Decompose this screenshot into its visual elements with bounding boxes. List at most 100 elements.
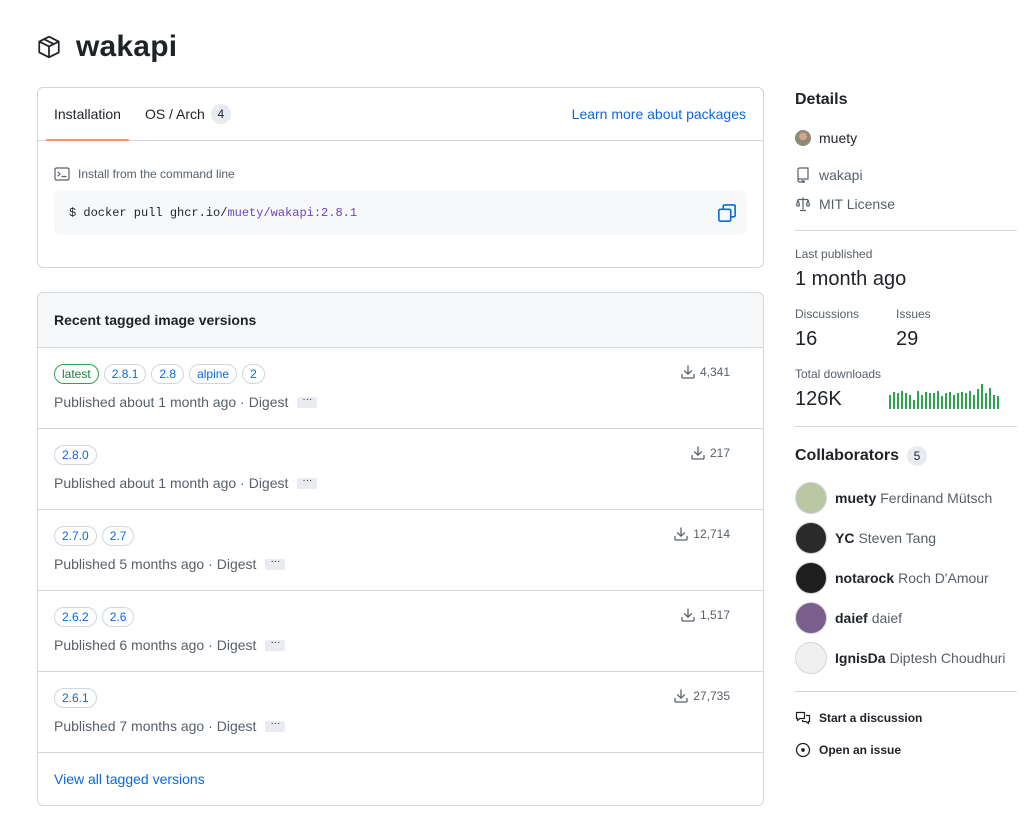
sparkline-bar	[993, 395, 995, 409]
published-text: Published about 1 month ago ·	[54, 394, 245, 410]
collaborator-item[interactable]: notarock Roch D'Amour	[795, 562, 989, 594]
collaborator-name: Ferdinand Mütsch	[880, 490, 993, 506]
copy-icon[interactable]	[717, 203, 737, 223]
tag-list: 2.8.0	[54, 445, 747, 465]
sparkline-bar	[937, 391, 939, 409]
download-icon	[674, 527, 688, 541]
digest-label[interactable]: Digest	[217, 718, 257, 734]
version-tag[interactable]: 2.6.2	[54, 607, 97, 627]
last-published-label: Last published	[795, 247, 873, 261]
avatar	[795, 562, 827, 594]
comment-discussion-icon	[795, 711, 811, 725]
sparkline-bar	[985, 393, 987, 409]
sparkline-bar	[897, 393, 899, 409]
discussions-value[interactable]: 16	[795, 328, 817, 351]
version-tag[interactable]: 2.8.0	[54, 445, 97, 465]
version-tag[interactable]: 2.7.0	[54, 526, 97, 546]
sparkline-bar	[969, 391, 971, 409]
collaborator-item[interactable]: daief daief	[795, 602, 902, 634]
start-discussion-button[interactable]: Start a discussion	[795, 710, 922, 726]
published-text: Published 5 months ago ·	[54, 556, 213, 572]
download-icon	[681, 365, 695, 379]
cli-label-text: Install from the command line	[78, 167, 235, 181]
version-tag[interactable]: 2.6.1	[54, 688, 97, 708]
install-panel: Installation OS / Arch 4 Learn more abou…	[37, 87, 764, 268]
command-box[interactable]: $ docker pull ghcr.io/muety/wakapi:2.8.1	[54, 191, 747, 235]
digest-expand-button[interactable]: ···	[265, 637, 286, 651]
discussions-label: Discussions	[795, 307, 860, 321]
version-tag[interactable]: latest	[54, 364, 99, 384]
sparkline-bar	[913, 400, 915, 409]
repo-icon	[797, 167, 809, 183]
last-published-value: 1 month ago	[795, 268, 907, 290]
counter-badge: 4	[210, 104, 231, 124]
digest-expand-button[interactable]: ···	[265, 556, 286, 570]
package-icon	[38, 35, 60, 59]
collaborator-name: Diptesh Choudhuri	[889, 650, 1006, 666]
digest-label[interactable]: Digest	[249, 394, 289, 410]
collaborator-item[interactable]: IgnisDa Diptesh Choudhuri	[795, 642, 1006, 674]
sparkline-bar	[893, 392, 895, 409]
license-item[interactable]: MIT License	[795, 196, 895, 212]
owner-item[interactable]: muety	[795, 130, 857, 146]
command-image: muety/wakapi:2.8.1	[227, 206, 358, 220]
divider	[795, 426, 1017, 427]
issue-opened-icon	[795, 742, 811, 758]
learn-more-link[interactable]: Learn more about packages	[572, 106, 746, 122]
digest-expand-button[interactable]: ···	[265, 718, 286, 732]
page-title: wakapi	[76, 30, 178, 63]
collaborator-item[interactable]: YC Steven Tang	[795, 522, 936, 554]
license-name: MIT License	[819, 196, 895, 212]
version-tag[interactable]: 2.8	[151, 364, 185, 384]
sparkline-bar	[889, 395, 891, 409]
sparkline-bar	[953, 395, 955, 409]
digest-expand-button[interactable]: ···	[297, 475, 318, 489]
sparkline-bar	[973, 395, 975, 409]
sparkline-bar	[949, 392, 951, 409]
version-meta: Published 7 months ago · Digest ···	[54, 718, 747, 734]
collaborators-count: 5	[907, 446, 928, 466]
issues-value[interactable]: 29	[896, 328, 918, 351]
sparkline-bar	[909, 395, 911, 409]
tab-label: OS / Arch	[144, 106, 205, 122]
command-prefix: $ docker pull ghcr.io/	[69, 206, 228, 220]
sparkline-bar	[929, 393, 931, 409]
tab-os-arch[interactable]: OS / Arch 4	[137, 88, 239, 140]
open-issue-button[interactable]: Open an issue	[795, 742, 901, 758]
sparkline-bar	[921, 395, 923, 409]
version-tag[interactable]: alpine	[189, 364, 238, 384]
sparkline-bar	[901, 391, 903, 409]
collaborator-name: Roch D'Amour	[898, 570, 989, 586]
sparkline-bar	[905, 393, 907, 409]
digest-expand-button[interactable]: ···	[297, 394, 318, 408]
tag-list: 2.6.2 2.6	[54, 607, 747, 627]
tab-label: Installation	[54, 106, 121, 122]
view-all-versions-link[interactable]: View all tagged versions	[54, 771, 205, 787]
sparkline-bar	[989, 388, 991, 409]
version-tag[interactable]: 2	[242, 364, 265, 384]
repo-item[interactable]: wakapi	[795, 167, 863, 183]
digest-label[interactable]: Digest	[217, 556, 257, 572]
versions-panel: Recent tagged image versions latest 2.8.1…	[37, 292, 764, 806]
version-tag[interactable]: 2.8.1	[103, 364, 147, 384]
download-icon	[681, 608, 695, 622]
issues-label: Issues	[896, 307, 931, 321]
download-count-value: 27,735	[693, 689, 730, 703]
download-icon	[691, 446, 705, 460]
version-tag[interactable]: 2.7	[101, 526, 135, 546]
download-count: 12,714	[673, 526, 730, 542]
avatar	[795, 602, 827, 634]
collaborator-item[interactable]: muety Ferdinand Mütsch	[795, 482, 992, 514]
digest-label[interactable]: Digest	[217, 637, 257, 653]
tab-installation[interactable]: Installation	[46, 88, 129, 141]
digest-label[interactable]: Digest	[249, 475, 289, 491]
avatar	[795, 482, 827, 514]
collaborators-heading: Collaborators 5	[795, 446, 928, 466]
download-count: 4,341	[680, 364, 730, 380]
owner-name: muety	[819, 130, 858, 146]
version-tag[interactable]: 2.6	[101, 607, 135, 627]
version-meta: Published about 1 month ago · Digest ···	[54, 475, 747, 491]
version-row: 2.8.0 Published about 1 month ago · Digest…	[38, 429, 763, 510]
download-count-value: 12,714	[693, 527, 730, 541]
published-text: Published 7 months ago ·	[54, 718, 213, 734]
